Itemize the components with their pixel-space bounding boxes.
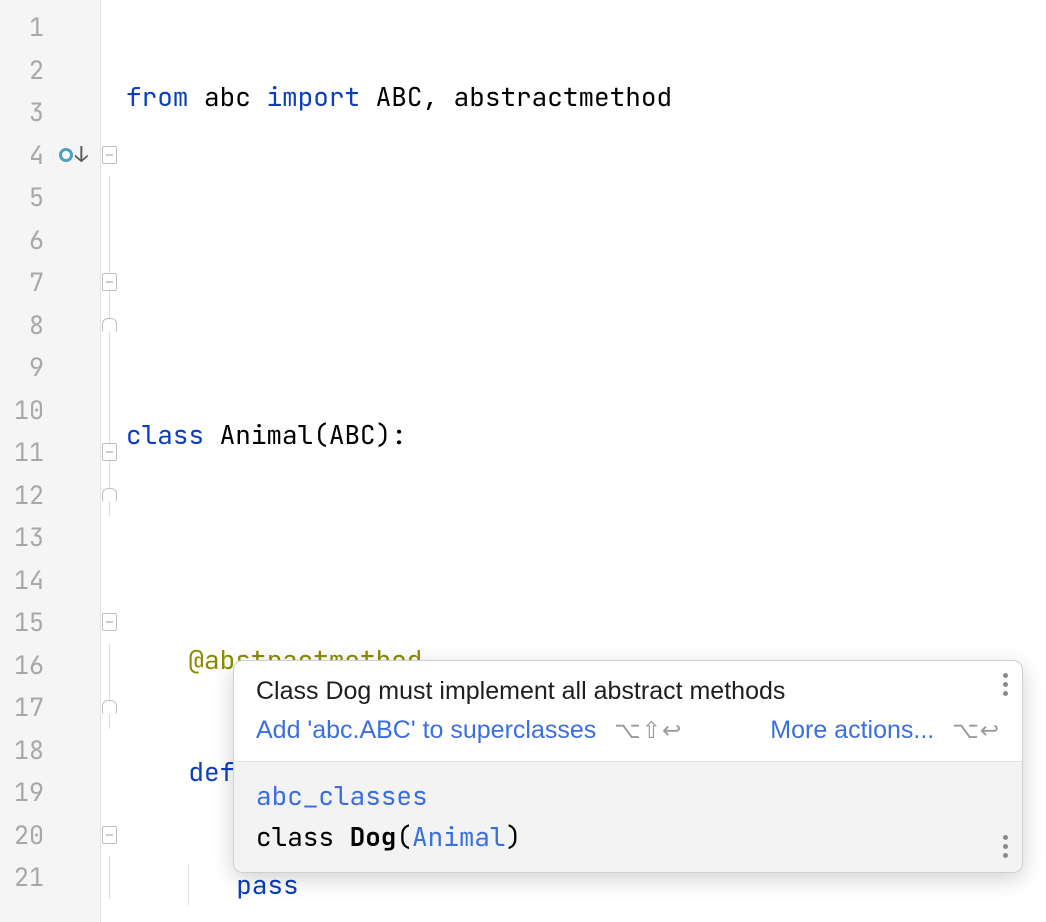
line-number[interactable]: 7 <box>0 261 100 304</box>
class-name: Animal <box>220 417 314 452</box>
line-number[interactable]: 10 <box>0 389 100 432</box>
line-number[interactable]: 5 <box>0 176 100 219</box>
line-number[interactable]: 20 <box>0 814 100 857</box>
line-number[interactable]: 6 <box>0 219 100 262</box>
base-class: ABC <box>329 417 376 452</box>
line-number[interactable]: 1 <box>0 6 100 49</box>
keyword: from <box>126 79 188 114</box>
override-circle-icon <box>59 148 73 162</box>
code-line[interactable] <box>124 301 1046 344</box>
gutter: 1 2 3 4 ↓ 5 6 7 8 9 10 11 12 13 14 15 16… <box>0 0 100 922</box>
inspection-popup: Class Dog must implement all abstract me… <box>233 660 1023 873</box>
code-line[interactable]: class Animal(ABC): <box>124 414 1046 457</box>
quickfix-add-abc[interactable]: Add 'abc.ABC' to superclasses <box>256 716 596 745</box>
doc-file-link[interactable]: abc_classes <box>256 778 1000 813</box>
popup-header: Class Dog must implement all abstract me… <box>234 661 1022 761</box>
import-names: ABC, abstractmethod <box>376 79 672 114</box>
shortcut-hint: ⌥↩ <box>952 717 1000 744</box>
doc-base-class[interactable]: Animal <box>412 819 506 854</box>
line-number[interactable]: 15 <box>0 601 100 644</box>
line-number[interactable]: 3 <box>0 91 100 134</box>
keyword: def <box>188 754 235 789</box>
popup-action-row: Add 'abc.ABC' to superclasses ⌥⇧↩ More a… <box>256 716 1000 745</box>
line-number[interactable]: 8 <box>0 304 100 347</box>
fold-end-icon[interactable] <box>102 318 117 332</box>
code-line[interactable] <box>124 526 1046 569</box>
line-number[interactable]: 2 <box>0 49 100 92</box>
override-gutter-icon[interactable]: ↓ <box>59 144 88 166</box>
fold-end-icon[interactable] <box>102 700 117 714</box>
keyword: import <box>266 79 360 114</box>
line-number[interactable]: 17 <box>0 686 100 729</box>
line-number[interactable]: 21 <box>0 856 100 899</box>
popup-doc[interactable]: abc_classes class Dog(Animal) <box>234 762 1022 872</box>
line-number[interactable]: 19 <box>0 771 100 814</box>
fold-end-icon[interactable] <box>102 488 117 502</box>
line-number[interactable]: 4 ↓ <box>0 134 100 177</box>
fold-toggle-icon[interactable] <box>102 613 117 631</box>
more-actions-link[interactable]: More actions... <box>770 716 934 745</box>
code-line[interactable]: from abc import ABC, abstractmethod <box>124 76 1046 119</box>
fold-toggle-icon[interactable] <box>102 443 117 461</box>
line-number[interactable]: 11 <box>0 431 100 474</box>
line-number[interactable]: 14 <box>0 559 100 602</box>
line-number[interactable]: 18 <box>0 729 100 772</box>
fold-column <box>100 0 124 922</box>
shortcut-hint: ⌥⇧↩ <box>614 717 682 744</box>
line-number[interactable]: 16 <box>0 644 100 687</box>
line-number[interactable]: 12 <box>0 474 100 517</box>
code-line[interactable] <box>124 189 1046 232</box>
fold-toggle-icon[interactable] <box>102 146 117 164</box>
fold-toggle-icon[interactable] <box>102 826 117 844</box>
inspection-message: Class Dog must implement all abstract me… <box>256 677 1000 706</box>
line-number-text: 4 <box>29 138 44 172</box>
line-number[interactable]: 13 <box>0 516 100 559</box>
more-options-icon[interactable] <box>1003 835 1008 858</box>
arrow-down-icon: ↓ <box>75 144 88 166</box>
keyword: class <box>126 417 204 452</box>
fold-toggle-icon[interactable] <box>102 273 117 291</box>
doc-definition: class Dog(Animal) <box>256 819 1000 854</box>
module-name: abc <box>204 79 251 114</box>
doc-class-name: Dog <box>350 819 397 854</box>
more-options-icon[interactable] <box>1003 673 1008 696</box>
line-number[interactable]: 9 <box>0 346 100 389</box>
